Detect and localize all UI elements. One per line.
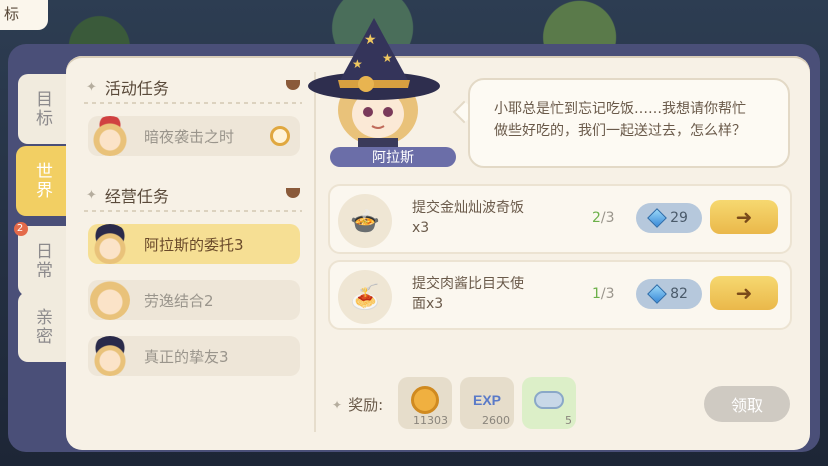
blonde-santa-hat-avatar-icon xyxy=(90,116,130,156)
progress-need: /3 xyxy=(600,210,615,226)
dialogue-line: 做些好吃的，我们一起送过去，怎么样？ xyxy=(494,123,746,139)
section-title: 活动任务 xyxy=(104,79,169,98)
reward-item[interactable]: 11303 xyxy=(398,377,452,429)
tab-label: 目标 xyxy=(32,90,52,128)
go-button[interactable]: ➜ xyxy=(710,200,778,234)
clock-icon xyxy=(270,126,290,146)
quest-desc-line: x3 xyxy=(412,220,430,236)
rice-bowl-icon: 🍲 xyxy=(338,194,392,248)
pasta-plate-icon: 🍝 xyxy=(338,270,392,324)
section-divider xyxy=(84,210,302,212)
reward-item[interactable]: EXP 2600 xyxy=(460,377,514,429)
character-name-plate: 阿拉斯 xyxy=(330,147,456,167)
corner-tab[interactable]: 标 xyxy=(0,0,48,30)
gem-cost-button[interactable]: 29 xyxy=(636,203,702,233)
quest-row: 🍲 提交金灿灿波奇饭 x3 2/3 29 ➜ xyxy=(328,184,792,254)
reward-label-text: 奖励: xyxy=(348,396,384,414)
gem-cost-button[interactable]: 82 xyxy=(636,279,702,309)
quest-row: 🍝 提交肉酱比目天使 面x3 1/3 82 ➜ xyxy=(328,260,792,330)
tab-intimacy[interactable]: 亲密 xyxy=(18,292,66,362)
exp-icon: EXP xyxy=(472,392,501,408)
witch-hat-avatar-icon xyxy=(90,224,130,264)
svg-text:★: ★ xyxy=(352,57,363,71)
tab-label: 日常 xyxy=(32,242,52,280)
witch-hat-icon: ★ ★ ★ xyxy=(308,18,440,100)
task-item[interactable]: 真正的挚友3 xyxy=(88,336,300,376)
quest-desc-line: 面x3 xyxy=(412,296,444,312)
reward-qty: 11303 xyxy=(413,414,448,427)
dialogue-line: 小耶总是忙到忘记吃饭……我想请你帮忙 xyxy=(494,101,746,117)
task-label: 暗夜袭击之时 xyxy=(144,127,235,146)
task-label: 劳逸结合2 xyxy=(144,291,214,310)
section-title: 经营任务 xyxy=(104,187,169,206)
task-item-selected[interactable]: 阿拉斯的委托3 xyxy=(88,224,300,264)
task-item[interactable]: 劳逸结合2 xyxy=(88,280,300,320)
tab-daily[interactable]: 2 日常 xyxy=(14,222,66,296)
witch-hat-avatar-icon xyxy=(90,336,130,376)
tab-goals[interactable]: 目标 xyxy=(18,74,66,144)
quest-progress: 2/3 xyxy=(592,210,615,226)
task-label: 真正的挚友3 xyxy=(144,347,229,366)
quest-desc-line: 提交金灿灿波奇饭 xyxy=(412,200,524,216)
quest-desc-line: 提交肉酱比目天使 xyxy=(412,276,524,292)
section-divider xyxy=(84,102,302,104)
star-icon: ✦ xyxy=(86,79,97,95)
activity-section-header: ✦ 活动任务 xyxy=(86,76,300,98)
star-icon: ✦ xyxy=(86,187,97,203)
svg-text:★: ★ xyxy=(382,51,393,65)
quest-progress: 1/3 xyxy=(592,286,615,302)
reward-qty: 2600 xyxy=(482,414,510,427)
svg-text:★: ★ xyxy=(364,32,377,48)
tab-world[interactable]: 世界 xyxy=(16,146,68,216)
column-separator xyxy=(314,72,316,432)
gem-cost: 82 xyxy=(670,286,688,302)
coin-icon xyxy=(408,385,442,415)
reward-label: ✦ 奖励: xyxy=(332,394,383,415)
speech-bubble: 小耶总是忙到忘记吃饭……我想请你帮忙 做些好吃的，我们一起送过去，怎么样？ xyxy=(468,78,790,168)
progress-need: /3 xyxy=(600,286,615,302)
tab-label: 亲密 xyxy=(32,308,52,346)
gem-icon xyxy=(647,208,667,228)
star-icon: ✦ xyxy=(332,397,343,412)
reward-qty: 5 xyxy=(565,414,572,427)
business-section-header: ✦ 经营任务 xyxy=(86,184,300,206)
tab-label: 世界 xyxy=(32,162,52,200)
progress-have: 1 xyxy=(592,286,601,302)
quest-description: 提交肉酱比目天使 面x3 xyxy=(412,274,562,314)
quest-description: 提交金灿灿波奇饭 x3 xyxy=(412,198,562,238)
claim-button[interactable]: 领取 xyxy=(704,386,790,422)
cloud-icon xyxy=(532,385,566,415)
task-item[interactable]: 暗夜袭击之时 xyxy=(88,116,300,156)
gem-icon xyxy=(647,284,667,304)
task-label: 阿拉斯的委托3 xyxy=(144,235,244,254)
reward-item[interactable]: 5 xyxy=(522,377,576,429)
go-button[interactable]: ➜ xyxy=(710,276,778,310)
notification-badge: 2 xyxy=(14,222,28,236)
gem-cost: 29 xyxy=(670,210,688,226)
blonde-avatar-icon xyxy=(90,280,130,320)
progress-have: 2 xyxy=(592,210,601,226)
